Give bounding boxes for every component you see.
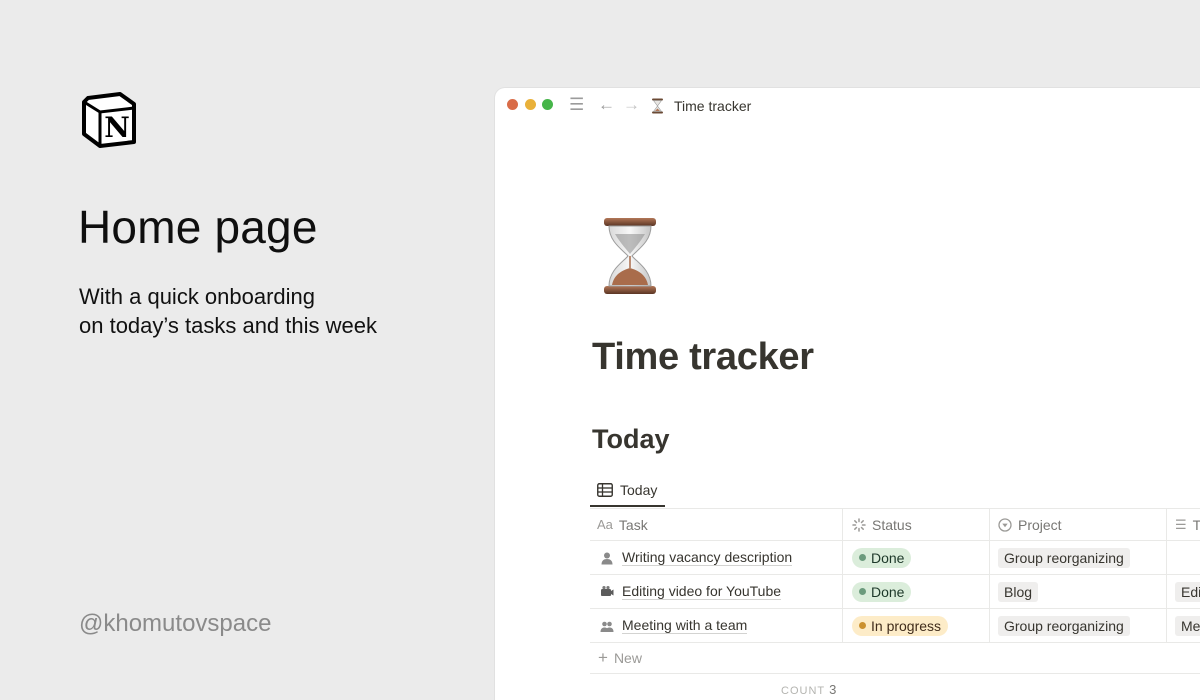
sidebar-menu-icon[interactable]: ☰ (569, 95, 584, 115)
status-dot (859, 588, 866, 595)
extra-cell[interactable] (1166, 541, 1200, 574)
column-label: T (1192, 516, 1200, 533)
select-icon (998, 517, 1012, 532)
plus-icon: + (598, 648, 608, 667)
status-label: Done (871, 549, 905, 566)
page-title[interactable]: Time tracker (592, 336, 814, 379)
task-cell[interactable]: Editing video for YouTube (590, 575, 842, 608)
status-cell[interactable]: Done (842, 541, 989, 574)
page-hourglass-icon[interactable] (601, 216, 659, 296)
status-badge: Done (852, 547, 912, 568)
minimize-window-button[interactable] (525, 99, 536, 110)
table-header-row: Aa Task Status Project ☰ T (590, 508, 1200, 540)
view-tab-today[interactable]: Today (590, 474, 665, 507)
person-icon (601, 552, 613, 564)
project-tag: Group reorganizing (998, 547, 1130, 568)
table-icon (597, 482, 613, 497)
project-cell[interactable]: Blog (989, 575, 1166, 608)
column-header-project[interactable]: Project (989, 509, 1166, 540)
people-icon (600, 621, 614, 632)
promo-subline-2: on today’s tasks and this week (79, 313, 377, 338)
promo-headline: Home page (78, 201, 318, 253)
status-icon (852, 517, 866, 532)
project-tag: Blog (998, 581, 1039, 602)
close-window-button[interactable] (507, 99, 518, 110)
column-label: Project (1018, 516, 1062, 533)
table-row[interactable]: Writing vacancy description Done Group r… (590, 540, 1200, 574)
promo-subline-1: With a quick onboarding (79, 284, 316, 309)
new-row-button[interactable]: + New (590, 642, 1200, 674)
column-label: Status (872, 516, 912, 533)
count-value: 3 (829, 682, 837, 697)
forward-arrow-icon[interactable]: → (623, 95, 640, 115)
camera-icon (601, 585, 614, 596)
notion-logo: N (82, 92, 136, 148)
column-label: Task (618, 516, 648, 533)
status-dot (859, 622, 866, 629)
count-label: COUNT (781, 685, 826, 697)
author-handle: @khomutovspace (79, 610, 272, 637)
extra-cell[interactable]: Edi (1166, 575, 1200, 608)
task-title[interactable]: Meeting with a team (622, 617, 748, 634)
hourglass-icon (652, 98, 663, 114)
task-cell[interactable]: Meeting with a team (590, 609, 842, 642)
extra-cell[interactable]: Me (1166, 609, 1200, 642)
column-header-extra[interactable]: ☰ T (1166, 509, 1200, 540)
table-row[interactable]: Meeting with a team In progress Group re… (590, 608, 1200, 642)
maximize-window-button[interactable] (542, 99, 553, 110)
back-arrow-icon[interactable]: ← (598, 95, 615, 115)
status-dot (859, 554, 866, 561)
row-count[interactable]: COUNT 3 (781, 682, 836, 697)
promo-subline: With a quick onboarding on today’s tasks… (79, 282, 377, 340)
task-title[interactable]: Editing video for YouTube (622, 583, 782, 600)
project-tag: Group reorganizing (998, 615, 1130, 636)
logo-letter: N (104, 111, 130, 144)
title-bar: ☰ ← → Time tracker (495, 88, 1200, 124)
section-heading[interactable]: Today (592, 424, 670, 455)
status-badge: In progress (852, 615, 949, 636)
app-window: ☰ ← → Time tracker Time tracker Today To… (495, 88, 1200, 700)
task-title[interactable]: Writing vacancy description (622, 549, 793, 566)
table-row[interactable]: Editing video for YouTube Done Blog Edi (590, 574, 1200, 608)
text-icon: Aa (597, 517, 613, 532)
tasks-table: Aa Task Status Project ☰ T Writing vacan… (590, 508, 1200, 674)
new-row-label: New (613, 650, 642, 666)
column-header-task[interactable]: Aa Task (590, 509, 842, 540)
breadcrumb-title[interactable]: Time tracker (674, 98, 751, 114)
list-icon: ☰ (1175, 516, 1187, 532)
view-tab-label: Today (620, 481, 658, 498)
task-cell[interactable]: Writing vacancy description (590, 541, 842, 574)
project-cell[interactable]: Group reorganizing (989, 609, 1166, 642)
status-label: Done (871, 583, 905, 600)
project-cell[interactable]: Group reorganizing (989, 541, 1166, 574)
extra-tag: Edi (1175, 581, 1200, 602)
column-header-status[interactable]: Status (842, 509, 989, 540)
status-badge: Done (852, 581, 912, 602)
status-cell[interactable]: In progress (842, 609, 989, 642)
extra-tag: Me (1175, 615, 1200, 636)
status-label: In progress (871, 617, 942, 634)
status-cell[interactable]: Done (842, 575, 989, 608)
